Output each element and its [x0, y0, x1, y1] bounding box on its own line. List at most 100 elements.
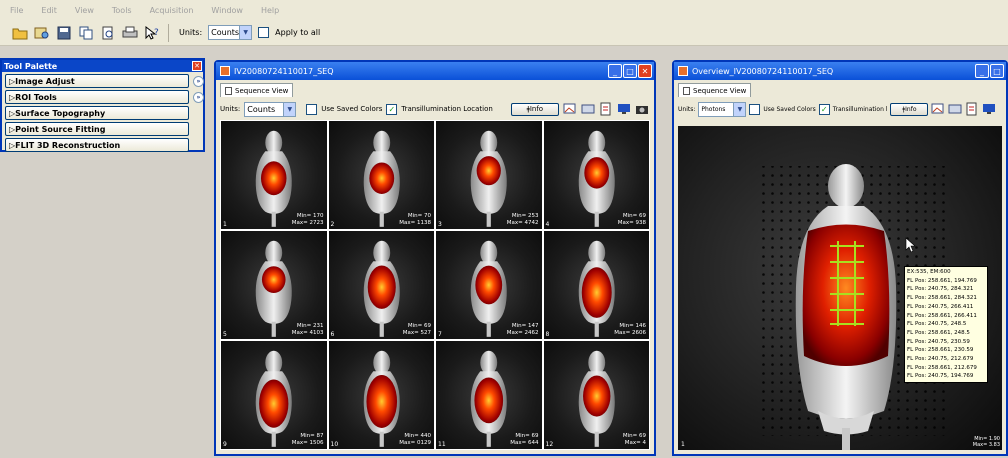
menu-view[interactable]: View	[75, 6, 94, 15]
sequence-cell[interactable]: 7 Min= 147 Max= 2462	[436, 231, 542, 339]
menu-bar: File Edit View Tools Acquisition Window …	[0, 0, 1008, 20]
app-icon	[678, 66, 688, 76]
transillumination-checkbox[interactable]: ✓	[386, 103, 398, 115]
palette-item-flit-3d[interactable]: ▷ FLIT 3D Reconstruction	[5, 138, 189, 152]
palette-item-image-adjust[interactable]: ▷ Image Adjust»	[5, 74, 204, 88]
overview-minmax: Min= 1.90 Max= 3.83	[973, 436, 1000, 448]
tab-sequence-view[interactable]: Sequence View	[220, 83, 294, 97]
cell-minmax: Min= 147 Max= 2462	[507, 323, 539, 337]
menu-tools[interactable]: Tools	[112, 6, 132, 15]
cell-max: Max= 938	[617, 220, 646, 226]
cell-index: 10	[330, 441, 339, 448]
clipboard-icon[interactable]	[599, 102, 613, 116]
units-select-value: Photons	[701, 105, 726, 113]
sequence-cell[interactable]: 11 Min= 69 Max= 644	[436, 341, 542, 449]
browse-icon[interactable]	[34, 25, 50, 41]
info-button[interactable]: ǂ Info	[890, 102, 929, 116]
sequence-cell[interactable]: 10 Min= 440 Max= 0129	[328, 341, 434, 449]
transillumination-label: Transillumination Location	[401, 105, 493, 113]
info-button-label: Info	[905, 105, 917, 113]
apply-to-all-checkbox[interactable]	[258, 27, 270, 38]
menu-acquisition[interactable]: Acquisition	[150, 6, 194, 15]
minimize-icon[interactable]: _	[975, 64, 989, 78]
units-select[interactable]: Counts ▼	[244, 101, 297, 117]
cell-minmax: Min= 87 Max= 1506	[292, 433, 324, 447]
cell-min: Min= 440	[404, 433, 431, 439]
close-icon[interactable]: ✕	[638, 64, 652, 78]
save-icon[interactable]	[56, 25, 72, 41]
sequence-window-titlebar[interactable]: IV20080724110017_SEQ _ □ ✕	[216, 62, 654, 80]
menu-edit[interactable]: Edit	[41, 6, 57, 15]
palette-item-point-source-fitting[interactable]: ▷ Point Source Fitting	[5, 122, 189, 136]
sequence-cell[interactable]: 3 Min= 253 Max= 4742	[436, 121, 542, 229]
cell-minmax: Min= 146 Max= 2606	[614, 323, 646, 337]
open-folder-icon[interactable]	[12, 25, 28, 41]
cell-min: Min= 69	[407, 323, 431, 329]
cell-min: Min= 69	[622, 213, 646, 219]
tab-sequence-view[interactable]: Sequence View	[678, 83, 752, 97]
maximize-icon[interactable]: □	[623, 64, 637, 78]
display-icon[interactable]	[617, 102, 631, 116]
sequence-cell[interactable]: 8 Min= 146 Max= 2606	[543, 231, 649, 339]
sequence-cell[interactable]: 9 Min= 87 Max= 1506	[221, 341, 327, 449]
sequence-cell[interactable]: 4 Min= 69 Max= 938	[543, 121, 649, 229]
cell-max: Max= 644	[510, 440, 539, 446]
tooltip-line: EX:535, EM:600	[907, 269, 951, 275]
cell-index: 8	[545, 331, 550, 338]
cell-index: 9	[223, 441, 227, 448]
tool-palette: Tool Palette ✕ ▷ Image Adjust» ▷ ROI Too…	[0, 58, 205, 152]
units-select[interactable]: Counts ▼	[208, 25, 253, 40]
chevron-icon[interactable]: »	[193, 76, 204, 87]
chevron-icon[interactable]: »	[193, 92, 204, 103]
use-saved-colors-checkbox[interactable]	[749, 103, 761, 115]
tool-palette-titlebar[interactable]: Tool Palette ✕	[2, 60, 203, 72]
maximize-icon[interactable]: □	[990, 64, 1004, 78]
sequence-options: Units: Counts ▼ Use Saved Colors ✓ Trans…	[220, 100, 650, 118]
units-select[interactable]: Photons ▼	[698, 101, 747, 117]
chevron-down-icon[interactable]: ▼	[283, 102, 296, 116]
use-saved-colors-checkbox[interactable]	[306, 103, 318, 115]
sequence-cell[interactable]: 2 Min= 70 Max= 1138	[328, 121, 434, 229]
palette-item-roi-tools[interactable]: ▷ ROI Tools»	[5, 90, 204, 104]
overview-window-body: Sequence View Units: Photons ▼ Use Saved…	[674, 80, 1006, 454]
chevron-down-icon[interactable]: ▼	[733, 102, 746, 116]
tooltip-line: FL Pos: 240.75, 266.411	[907, 303, 974, 310]
overview-image[interactable]: EX:535, EM:600 FL Pos: 258.661, 194.769 FL…	[678, 126, 1002, 450]
print-preview-icon[interactable]	[100, 25, 116, 41]
apply-to-all-label: Apply to all	[275, 28, 321, 37]
chevron-down-icon[interactable]: ▼	[239, 26, 252, 39]
cell-max: Max= 4	[624, 440, 646, 446]
image-icon[interactable]	[931, 102, 945, 116]
help-cursor-icon[interactable]: ?	[144, 25, 160, 41]
minimize-icon[interactable]: _	[608, 64, 622, 78]
sequence-cell[interactable]: 12 Min= 69 Max= 4	[543, 341, 649, 449]
display-icon[interactable]	[982, 102, 996, 116]
transillumination-checkbox[interactable]: ✓	[818, 103, 830, 115]
export-icon[interactable]	[581, 102, 595, 116]
palette-item-label: Point Source Fitting	[15, 124, 106, 134]
camera-icon[interactable]	[635, 102, 649, 116]
image-icon[interactable]	[563, 102, 577, 116]
overview-window-titlebar[interactable]: Overview_IV20080724110017_SEQ _ □	[674, 62, 1006, 80]
transillumination-label: Transillumination l	[832, 105, 888, 113]
tooltip-line: FL Pos: 258.661, 248.5	[907, 329, 970, 336]
sequence-cell[interactable]: 6 Min= 69 Max= 527	[328, 231, 434, 339]
copy-icon[interactable]	[78, 25, 94, 41]
cell-minmax: Min= 231 Max= 4103	[292, 323, 324, 337]
menu-help[interactable]: Help	[261, 6, 279, 15]
menu-window[interactable]: Window	[211, 6, 243, 15]
sequence-cell[interactable]: 5 Min= 231 Max= 4103	[221, 231, 327, 339]
sequence-cell[interactable]: 1 Min= 170 Max= 2723	[221, 121, 327, 229]
palette-item-surface-topography[interactable]: ▷ Surface Topography	[5, 106, 189, 120]
menu-file[interactable]: File	[10, 6, 23, 15]
export-icon[interactable]	[948, 102, 962, 116]
print-icon[interactable]	[122, 25, 138, 41]
sequence-window: IV20080724110017_SEQ _ □ ✕ Sequence View…	[214, 60, 656, 456]
cell-min: Min= 170	[296, 213, 324, 219]
palette-item-label: ROI Tools	[15, 92, 57, 102]
cell-index: 1	[223, 221, 227, 228]
close-icon[interactable]: ✕	[192, 61, 202, 71]
info-button-label: Info	[529, 105, 544, 113]
clipboard-icon[interactable]	[965, 102, 979, 116]
info-button[interactable]: ǂ Info	[510, 102, 559, 116]
